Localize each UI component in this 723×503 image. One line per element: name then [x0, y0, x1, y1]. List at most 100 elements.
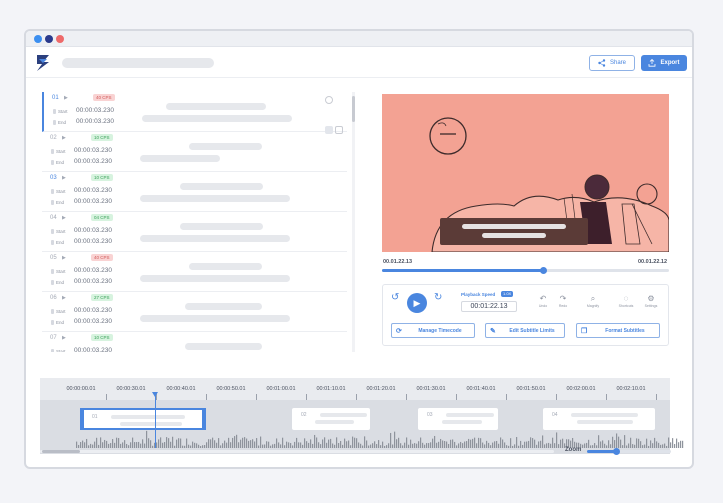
- rewind-icon[interactable]: ↺: [391, 292, 399, 303]
- manage-timecode-button[interactable]: ⟳ Manage Timecode: [391, 323, 475, 338]
- start-timecode[interactable]: 00:00:03.230: [74, 347, 112, 352]
- playhead[interactable]: [155, 394, 156, 448]
- end-label: End: [52, 120, 67, 125]
- tool-redo-button[interactable]: ↷ Redo: [553, 294, 573, 308]
- playback-speed-select[interactable]: 1.0X: [501, 291, 514, 297]
- share-label: Share: [609, 60, 626, 66]
- subtitle-text-line[interactable]: [189, 143, 262, 150]
- subtitle-text-line[interactable]: [140, 195, 290, 202]
- item-merge-icon[interactable]: [325, 126, 333, 134]
- subtitle-text-line[interactable]: [185, 303, 262, 310]
- start-timecode[interactable]: 00:00:03.230: [74, 147, 112, 154]
- timeline[interactable]: 00:00:00.01 00:00:30.01 00:00:40.01 00:00:5…: [40, 378, 684, 454]
- item-delete-icon[interactable]: [325, 96, 333, 104]
- segment-text-line: [571, 413, 639, 417]
- end-timecode[interactable]: 00:00:03.230: [74, 158, 112, 165]
- export-button[interactable]: Export: [641, 55, 687, 71]
- subtitle-text-line[interactable]: [142, 115, 292, 122]
- timeline-scrollbar[interactable]: [40, 450, 554, 453]
- subtitle-text-line[interactable]: [185, 343, 262, 350]
- subtitle-text-line[interactable]: [140, 235, 290, 242]
- subtitle-item[interactable]: 06 ▶ 27 CPS Start 00:00:03.230 End 00:00:03.23…: [42, 292, 347, 332]
- format-subtitles-button[interactable]: ❐ Format Subtitles: [576, 323, 660, 338]
- play-button[interactable]: ▶: [407, 293, 427, 313]
- start-timecode[interactable]: 00:00:03.230: [74, 227, 112, 234]
- timeline-tick-label: 00:02:10.01: [616, 386, 646, 392]
- subtitle-number: 01: [52, 95, 59, 101]
- subtitle-item[interactable]: 01 ▶ 40 CPS Start 00:00:03.230 End 00:00:03.23…: [42, 92, 347, 132]
- end-timecode[interactable]: 00:00:03.230: [74, 278, 112, 285]
- tool-settings-button[interactable]: ⚙ Settings: [641, 294, 661, 308]
- item-split-icon[interactable]: [335, 126, 343, 134]
- start-timecode[interactable]: 00:00:03.230: [76, 107, 114, 114]
- play-icon[interactable]: ▶: [62, 335, 66, 341]
- app-logo-icon: [37, 55, 49, 71]
- timeline-tick-mark: [606, 394, 607, 400]
- tool-undo-button[interactable]: ↶ Undo: [533, 294, 553, 308]
- end-timecode[interactable]: 00:00:03.230: [74, 198, 112, 205]
- subtitle-text-line[interactable]: [180, 183, 263, 190]
- window-dot-blue[interactable]: [34, 35, 42, 43]
- end-timecode[interactable]: 00:00:03.230: [74, 318, 112, 325]
- timeline-subtitle-segment[interactable]: 04: [543, 408, 655, 430]
- timeline-tick-mark: [356, 394, 357, 400]
- start-label: Start: [51, 229, 66, 234]
- timeline-scroll-thumb[interactable]: [42, 450, 80, 453]
- window-dot-red[interactable]: [56, 35, 64, 43]
- cps-badge: 27 CPS: [91, 294, 113, 301]
- edit-subtitle-limits-button[interactable]: ✎ Edit Subtitle Limits: [485, 323, 565, 338]
- subtitle-text-line[interactable]: [140, 275, 290, 282]
- play-icon[interactable]: ▶: [62, 175, 66, 181]
- segment-number: 04: [552, 412, 558, 418]
- subtitle-text-line[interactable]: [189, 263, 262, 270]
- play-icon[interactable]: ▶: [62, 215, 66, 221]
- playback-speed-label: Playback Speed: [461, 292, 496, 297]
- start-timecode[interactable]: 00:00:03.230: [74, 187, 112, 194]
- subtitle-list-scrollbar[interactable]: [352, 92, 355, 352]
- video-progress-bar[interactable]: [382, 267, 669, 274]
- start-label: Start: [51, 349, 66, 352]
- video-preview[interactable]: [382, 94, 669, 252]
- zoom-slider[interactable]: [587, 448, 671, 455]
- subtitle-text-line[interactable]: [180, 223, 263, 230]
- timeline-ruler[interactable]: 00:00:00.01 00:00:30.01 00:00:40.01 00:00:5…: [40, 378, 670, 400]
- forward-icon[interactable]: ↻: [434, 292, 442, 303]
- subtitle-item[interactable]: 02 ▶ 10 CPS Start 00:00:03.230 End 00:00:03.23…: [42, 132, 347, 172]
- tool-shortcuts-button[interactable]: ◌ Shortcuts: [616, 294, 636, 308]
- subtitle-text-line[interactable]: [140, 315, 290, 322]
- subtitle-item[interactable]: 04 ▶ 04 CPS Start 00:00:03.230 End 00:00:03.23…: [42, 212, 347, 252]
- export-label: Export: [660, 60, 680, 66]
- timeline-tick-mark: [556, 394, 557, 400]
- timeline-subtitle-segment[interactable]: 01: [80, 408, 206, 430]
- play-icon[interactable]: ▶: [62, 255, 66, 261]
- segment-start-handle[interactable]: [80, 408, 84, 430]
- subtitle-list-scroll-thumb[interactable]: [352, 96, 355, 122]
- video-progress-handle[interactable]: [539, 267, 547, 274]
- end-timecode[interactable]: 00:00:03.230: [74, 238, 112, 245]
- subtitle-list[interactable]: 01 ▶ 40 CPS Start 00:00:03.230 End 00:00:03.23…: [42, 92, 355, 352]
- cps-badge: 10 CPS: [91, 174, 113, 181]
- format-icon: ❐: [581, 327, 588, 335]
- tool-magnify-button[interactable]: ⌕ Magnify: [583, 294, 603, 308]
- timeline-subtitle-segment[interactable]: 03: [418, 408, 498, 430]
- current-time: 00.01.22.13: [383, 259, 413, 265]
- subtitle-item[interactable]: 05 ▶ 40 CPS Start 00:00:03.230 End 00:00:03.23…: [42, 252, 347, 292]
- share-button[interactable]: Share: [589, 55, 635, 71]
- subtitle-item[interactable]: 07▶10 CPSStart00:00:03.230End00:00:03.23…: [42, 332, 347, 352]
- play-icon[interactable]: ▶: [62, 295, 66, 301]
- play-icon[interactable]: ▶: [62, 135, 66, 141]
- start-timecode[interactable]: 00:00:03.230: [74, 267, 112, 274]
- segment-end-handle[interactable]: [202, 408, 206, 430]
- timecode-input[interactable]: 00:01:22.13: [461, 301, 517, 312]
- play-icon: ▶: [413, 297, 421, 308]
- end-timecode[interactable]: 00:00:03.230: [76, 118, 114, 125]
- subtitle-text-line[interactable]: [166, 103, 267, 110]
- start-timecode[interactable]: 00:00:03.230: [74, 307, 112, 314]
- subtitle-number: 07: [50, 335, 57, 341]
- video-progress-fill: [382, 269, 543, 272]
- timeline-subtitle-segment[interactable]: 02: [292, 408, 370, 430]
- play-icon[interactable]: ▶: [64, 95, 68, 101]
- subtitle-text-line[interactable]: [140, 155, 220, 162]
- window-dot-navy[interactable]: [45, 35, 53, 43]
- subtitle-item[interactable]: 03 ▶ 10 CPS Start 00:00:03.230 End 00:00:03.23…: [42, 172, 347, 212]
